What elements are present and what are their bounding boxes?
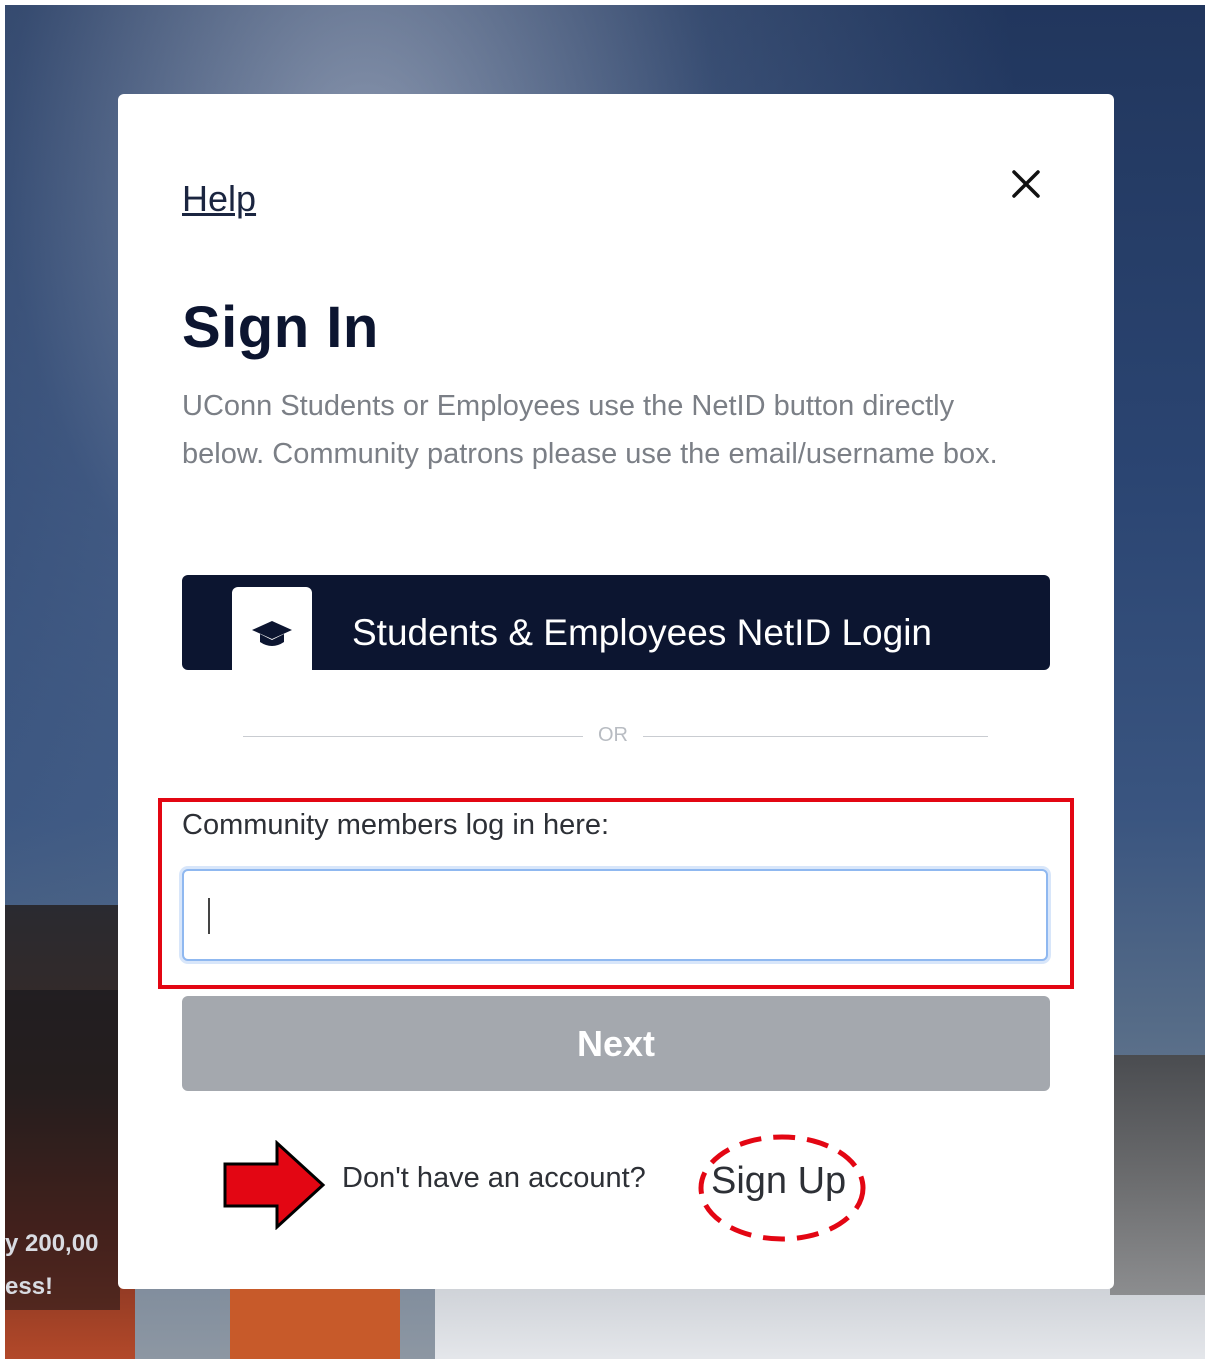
help-link[interactable]: Help	[182, 178, 256, 220]
background-rocks	[1110, 1055, 1205, 1295]
right-arrow-icon	[223, 1140, 326, 1230]
or-divider: OR	[243, 722, 988, 752]
background-banner	[5, 990, 120, 1310]
dashed-circle-annotation	[698, 1134, 866, 1242]
background-text-line2: ess!	[5, 1273, 54, 1300]
background-orange-jacket	[230, 1285, 400, 1359]
community-login-label: Community members log in here:	[182, 809, 610, 841]
next-button[interactable]: Next	[182, 996, 1050, 1091]
background-photo: y 200,00 ess! Help Sign In UConn Student…	[5, 5, 1205, 1359]
divider-line-left	[243, 736, 583, 737]
page-title: Sign In	[182, 295, 379, 360]
netid-login-button[interactable]: Students & Employees NetID Login	[182, 575, 1050, 670]
divider-line-right	[643, 736, 988, 737]
netid-icon-tab	[232, 587, 312, 670]
or-label: OR	[598, 724, 628, 746]
close-icon	[1012, 170, 1040, 198]
signup-prompt: Don't have an account?	[342, 1162, 646, 1194]
close-button[interactable]	[1004, 162, 1048, 206]
sign-in-modal: Help Sign In UConn Students or Employees…	[118, 94, 1114, 1289]
email-username-input[interactable]	[182, 869, 1048, 961]
sign-in-instructions: UConn Students or Employees use the NetI…	[182, 390, 998, 470]
graduation-cap-icon	[252, 621, 292, 646]
netid-login-label: Students & Employees NetID Login	[352, 612, 932, 653]
background-text-line1: y 200,00	[5, 1230, 99, 1257]
text-caret	[208, 898, 210, 934]
